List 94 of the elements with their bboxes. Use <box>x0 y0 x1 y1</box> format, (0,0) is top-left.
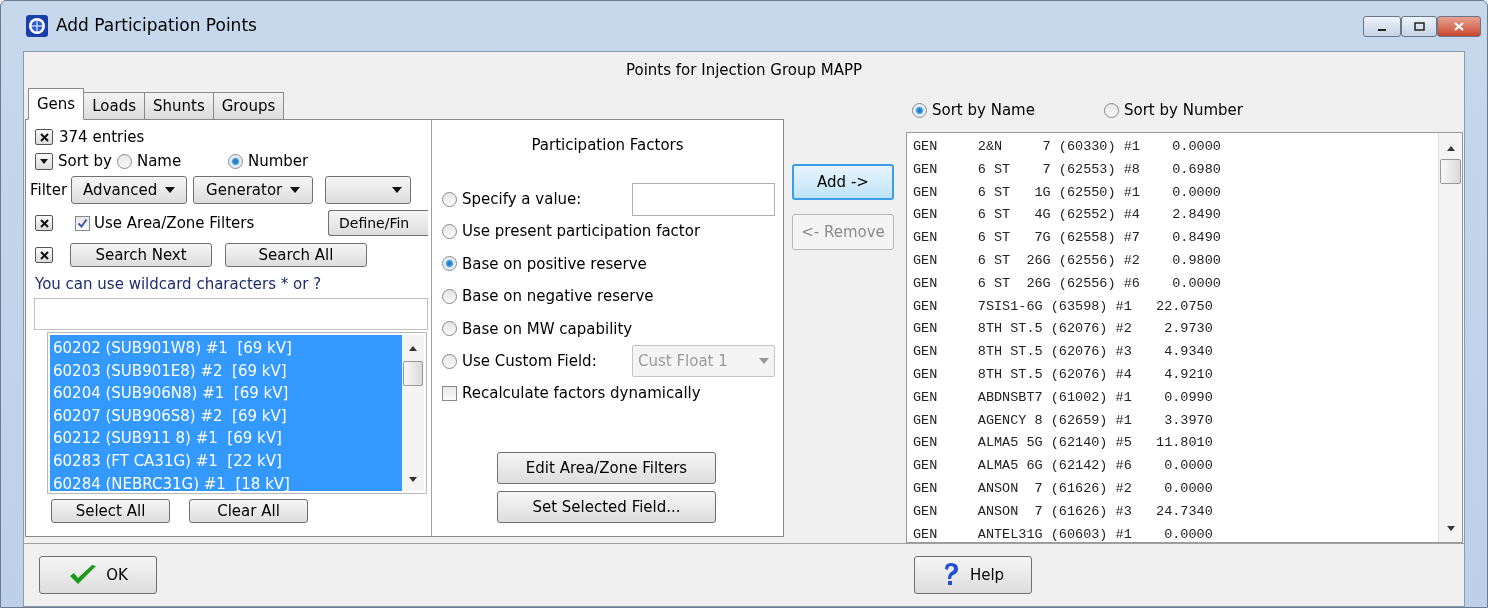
caret-icon <box>759 358 769 365</box>
minimize-button[interactable] <box>1363 15 1401 37</box>
point-row[interactable]: GEN 2&N 7 (60330) #1 0.0000 <box>913 136 1438 159</box>
hint-text: You can use wildcard characters * or ? <box>35 274 323 295</box>
radio-label: Base on negative reserve <box>462 286 654 308</box>
point-row[interactable]: GEN ALMA5 5G (62140) #5 11.8010 <box>913 432 1438 456</box>
search-field[interactable] <box>34 298 428 330</box>
search-button[interactable]: Search All <box>225 243 367 267</box>
scroll-up-arrow-icon[interactable] <box>408 345 418 351</box>
caret-icon <box>40 158 48 164</box>
point-row[interactable]: GEN 6 ST 26G (62556) #6 0.0000 <box>913 272 1438 296</box>
radio-button[interactable] <box>442 288 457 304</box>
scroll-up-arrow-icon[interactable] <box>1445 145 1456 151</box>
point-row[interactable]: GEN 6 ST 4G (62552) #4 2.8490 <box>913 204 1438 228</box>
help-button[interactable]: Help <box>914 556 1032 594</box>
radio-label: Sort by Name <box>932 99 1035 121</box>
radio-label: Base on MW capability <box>462 318 633 340</box>
point-row[interactable]: GEN 6 ST 7 (62553) #8 0.6980 <box>913 158 1438 182</box>
radio-label: Name <box>136 150 182 172</box>
action-button[interactable]: Set Selected Field... <box>497 491 716 524</box>
filter-label: Filter <box>30 179 68 201</box>
x-toggle-icon[interactable] <box>35 129 53 145</box>
point-row[interactable]: GEN 8TH ST.5 (62076) #3 4.9340 <box>913 341 1438 364</box>
maximize-button[interactable] <box>1401 15 1437 37</box>
tab[interactable]: Groups <box>212 92 285 120</box>
custom-field-dropdown: Cust Float 1 <box>632 345 775 378</box>
scroll-thumb[interactable] <box>403 361 423 386</box>
dropdown-button[interactable] <box>35 152 53 170</box>
radio-button[interactable] <box>116 153 132 169</box>
ok-button[interactable]: OK <box>39 556 157 594</box>
filter-dropdown[interactable] <box>325 176 412 204</box>
minimize-icon <box>1377 28 1387 31</box>
radio-button[interactable] <box>442 191 457 207</box>
point-row[interactable]: GEN 8TH ST.5 (62076) #4 4.9210 <box>913 363 1438 387</box>
checkbox-label: Recalculate factors dynamically <box>462 383 701 405</box>
action-button[interactable]: Edit Area/Zone Filters <box>497 452 716 485</box>
x-toggle-icon[interactable] <box>35 215 53 231</box>
globe-icon <box>26 15 48 37</box>
checkbox-label: Use Area/Zone Filters <box>94 212 255 234</box>
x-toggle-icon[interactable] <box>35 247 53 263</box>
transfer-button: <- Remove <box>792 214 894 250</box>
scroll-thumb[interactable] <box>1440 159 1461 184</box>
scroll-down-arrow-icon[interactable] <box>408 477 418 483</box>
point-row[interactable]: GEN ANSON 7 (61626) #2 0.0000 <box>913 477 1438 501</box>
search-button[interactable]: Search Next <box>70 243 212 267</box>
point-row[interactable]: GEN 6 ST 1G (62550) #1 0.0000 <box>913 181 1438 205</box>
filter-dropdown[interactable]: Advanced <box>71 176 188 204</box>
scroll-down-arrow-icon[interactable] <box>1445 526 1456 532</box>
radio-label: Specify a value: <box>462 188 582 210</box>
point-row[interactable]: GEN AGENCY 8 (62659) #1 3.3970 <box>913 409 1438 433</box>
caret-icon <box>165 187 176 193</box>
window-title: Add Participation Points <box>56 14 257 38</box>
checkbox[interactable] <box>75 215 90 231</box>
caret-icon <box>290 187 301 193</box>
radio-button[interactable] <box>442 321 457 337</box>
close-icon <box>1453 21 1465 31</box>
radio-button[interactable] <box>442 256 457 272</box>
transfer-button[interactable]: Add -> <box>792 164 894 200</box>
define-button[interactable]: Define/Fin <box>328 210 428 236</box>
check-icon <box>68 564 99 586</box>
list-button[interactable]: Select All <box>51 499 170 523</box>
point-row[interactable]: GEN 6 ST 7G (62558) #7 0.8490 <box>913 227 1438 250</box>
close-button[interactable] <box>1437 15 1481 37</box>
section-title: Participation Factors <box>531 135 684 156</box>
scrollbar[interactable] <box>1438 133 1462 542</box>
radio-button[interactable] <box>442 224 457 240</box>
sort-label: Sort by <box>58 150 112 172</box>
value-field[interactable] <box>632 182 775 216</box>
radio-button[interactable] <box>912 102 927 118</box>
tab[interactable]: Shunts <box>144 92 214 120</box>
caret-icon <box>392 187 403 193</box>
radio-label: Use present participation factor <box>462 221 701 243</box>
point-row[interactable]: GEN 7SIS1-6G (63598) #1 22.0750 <box>913 295 1438 319</box>
point-row[interactable]: GEN 6 ST 26G (62556) #2 0.9800 <box>913 250 1438 273</box>
point-row[interactable]: GEN ABDNSBT7 (61002) #1 0.0990 <box>913 386 1438 410</box>
scrollbar[interactable] <box>402 335 424 491</box>
point-row[interactable]: GEN 8TH ST.5 (62076) #2 2.9730 <box>913 318 1438 342</box>
checkbox[interactable] <box>442 385 457 401</box>
point-row[interactable]: GEN ALMA5 6G (62142) #6 0.0000 <box>913 455 1438 478</box>
radio-label: Sort by Number <box>1124 99 1243 121</box>
radio-label: Number <box>247 150 309 172</box>
point-row[interactable]: GEN ANSON 7 (61626) #3 24.7340 <box>913 500 1438 524</box>
maximize-icon <box>1414 21 1425 31</box>
radio-button[interactable] <box>1104 102 1119 118</box>
radio-label: Use Custom Field: <box>462 350 597 372</box>
point-row[interactable]: GEN ANTEL31G (60603) #1 0.0000 <box>913 523 1438 542</box>
tab[interactable]: Gens <box>28 88 85 120</box>
list-button[interactable]: Clear All <box>189 499 308 523</box>
entries-count: 374 entries <box>59 126 145 148</box>
dialog-heading: Points for Injection Group MAPP <box>626 59 862 81</box>
tab[interactable]: Loads <box>83 92 145 120</box>
radio-button[interactable] <box>227 153 243 169</box>
filter-dropdown[interactable]: Generator <box>193 176 314 204</box>
radio-label: Base on positive reserve <box>462 253 647 275</box>
